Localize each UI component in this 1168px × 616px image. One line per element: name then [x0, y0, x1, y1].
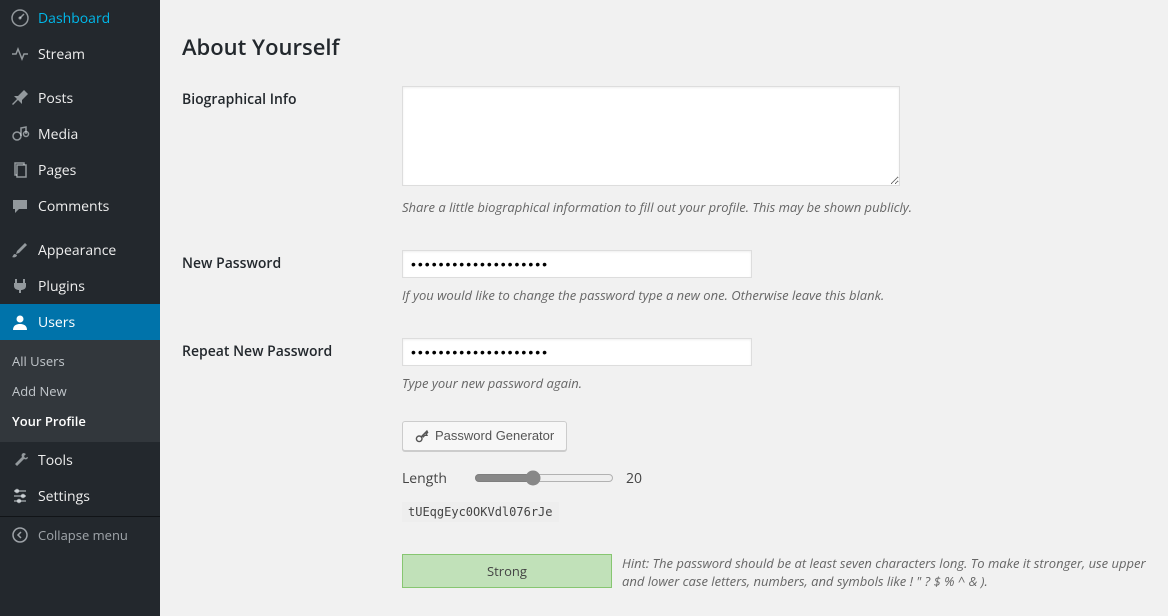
submenu-your-profile[interactable]: Your Profile [0, 406, 160, 436]
sidebar-item-appearance[interactable]: Appearance [0, 232, 160, 268]
sidebar-item-users[interactable]: Users [0, 304, 160, 340]
sidebar-item-label: Posts [38, 89, 73, 108]
sidebar-item-label: Settings [38, 487, 90, 506]
new-password-input[interactable] [402, 250, 752, 278]
repeat-password-input[interactable] [402, 338, 752, 366]
sidebar-item-label: Users [38, 313, 75, 332]
sidebar-item-settings[interactable]: Settings [0, 478, 160, 514]
dashboard-icon [10, 8, 30, 28]
collapse-icon [10, 525, 30, 545]
pages-icon [10, 160, 30, 180]
bio-description: Share a little biographical information … [402, 198, 1146, 216]
pin-icon [10, 88, 30, 108]
password-generator-button[interactable]: Password Generator [402, 421, 567, 451]
sidebar-item-label: Pages [38, 161, 76, 180]
collapse-label: Collapse menu [38, 526, 128, 544]
admin-sidebar: Dashboard Stream Posts Media Pages Comme… [0, 0, 160, 616]
new-password-description: If you would like to change the password… [402, 286, 1146, 304]
repeat-password-label: Repeat New Password [182, 338, 402, 361]
strength-row: Strong Hint: The password should be at l… [402, 554, 1146, 590]
bio-label: Biographical Info [182, 86, 402, 109]
sidebar-item-dashboard[interactable]: Dashboard [0, 0, 160, 36]
sidebar-item-label: Plugins [38, 277, 85, 296]
bio-row: Biographical Info Share a little biograp… [182, 86, 1146, 216]
length-label: Length [402, 469, 462, 488]
brush-icon [10, 240, 30, 260]
comment-icon [10, 196, 30, 216]
length-value: 20 [626, 469, 642, 488]
sidebar-item-label: Media [38, 125, 78, 144]
sidebar-item-pages[interactable]: Pages [0, 152, 160, 188]
length-row: Length 20 [402, 469, 1146, 488]
sidebar-item-label: Dashboard [38, 9, 110, 28]
sidebar-item-label: Comments [38, 197, 109, 216]
sidebar-item-media[interactable]: Media [0, 116, 160, 152]
new-password-label: New Password [182, 250, 402, 273]
sidebar-item-tools[interactable]: Tools [0, 442, 160, 478]
sidebar-item-label: Appearance [38, 241, 116, 260]
submenu-all-users[interactable]: All Users [0, 346, 160, 376]
user-icon [10, 312, 30, 332]
password-strength: Strong [402, 554, 612, 588]
sidebar-item-posts[interactable]: Posts [0, 80, 160, 116]
sidebar-item-label: Tools [38, 451, 73, 470]
generator-button-label: Password Generator [435, 428, 554, 443]
repeat-password-row: Repeat New Password Type your new passwo… [182, 338, 1146, 590]
bio-textarea[interactable] [402, 86, 900, 186]
submenu-add-new[interactable]: Add New [0, 376, 160, 406]
generated-password: tUEqgEyc0OKVdl076rJe [402, 502, 559, 522]
password-hint: Hint: The password should be at least se… [622, 554, 1146, 590]
stream-icon [10, 44, 30, 64]
collapse-menu[interactable]: Collapse menu [0, 516, 160, 553]
new-password-row: New Password If you would like to change… [182, 250, 1146, 304]
key-icon [415, 429, 429, 443]
sidebar-item-comments[interactable]: Comments [0, 188, 160, 224]
plug-icon [10, 276, 30, 296]
main-content: About Yourself Biographical Info Share a… [160, 0, 1168, 616]
section-heading: About Yourself [182, 32, 1146, 62]
users-submenu: All Users Add New Your Profile [0, 340, 160, 442]
sidebar-item-stream[interactable]: Stream [0, 36, 160, 72]
media-icon [10, 124, 30, 144]
repeat-password-description: Type your new password again. [402, 374, 1146, 392]
sliders-icon [10, 486, 30, 506]
wrench-icon [10, 450, 30, 470]
sidebar-item-label: Stream [38, 45, 85, 64]
length-slider[interactable] [474, 470, 614, 486]
sidebar-item-plugins[interactable]: Plugins [0, 268, 160, 304]
